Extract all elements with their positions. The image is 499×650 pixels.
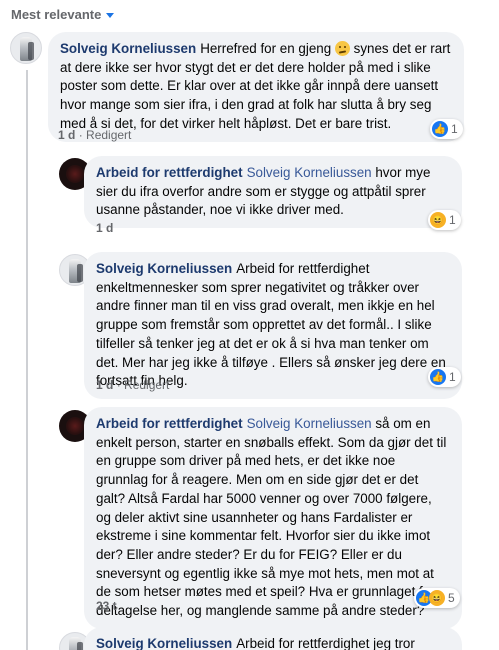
- reaction-summary[interactable]: 👍 😆 5: [414, 588, 460, 608]
- reaction-count: 1: [449, 213, 456, 227]
- avatar-solveig[interactable]: [10, 32, 42, 64]
- reaction-count: 1: [451, 122, 458, 136]
- comment-text: så om en enkelt person, starter en snøba…: [96, 416, 447, 619]
- comment-time[interactable]: 1 d: [96, 221, 113, 235]
- comment-author[interactable]: Solveig Korneliussen: [96, 261, 232, 276]
- reaction-summary[interactable]: 👍 1: [430, 119, 463, 139]
- comment-bubble: Solveig Korneliussen Herrefred for en gje…: [48, 32, 464, 142]
- edited-label[interactable]: Redigert: [86, 128, 131, 142]
- confused-face-icon: [334, 41, 350, 56]
- comment-author[interactable]: Arbeid for rettferdighet: [96, 165, 243, 180]
- comment-text: Arbeid for rettferdighet jeg tror: [236, 636, 415, 650]
- haha-icon: 😆: [430, 212, 446, 228]
- comment-bubble: Arbeid for rettferdighet Solveig Korneliu…: [84, 407, 462, 629]
- comment-bubble: Arbeid for rettferdighet Solveig Korneliu…: [84, 156, 462, 229]
- comment-text: Arbeid for rettferdighet enkeltmennesker…: [96, 261, 446, 389]
- comment-author[interactable]: Arbeid for rettferdighet: [96, 416, 243, 431]
- haha-icon: 😆: [429, 590, 445, 606]
- comment-meta: 1 d: [96, 221, 113, 235]
- caret-down-icon: [106, 12, 115, 18]
- comment-author[interactable]: Solveig Korneliussen: [96, 636, 232, 650]
- mention-tag[interactable]: Solveig Korneliussen: [247, 165, 372, 180]
- comment-time[interactable]: 1 d: [58, 128, 75, 142]
- like-icon: 👍: [430, 369, 446, 385]
- comment-meta: 23 t: [96, 599, 117, 613]
- sort-label: Mest relevante: [11, 7, 102, 22]
- comment-meta: 1 d · Redigert: [96, 378, 170, 392]
- thread-line: [26, 70, 28, 650]
- sort-dropdown[interactable]: Mest relevante: [11, 7, 115, 22]
- comment-author[interactable]: Solveig Korneliussen: [60, 41, 196, 56]
- reaction-summary[interactable]: 👍 1: [428, 367, 461, 387]
- like-icon: 👍: [432, 121, 448, 137]
- comment-bubble: Solveig Korneliussen Arbeid for rettferdi…: [84, 627, 462, 650]
- comment-meta: 1 d · Redigert: [58, 128, 132, 142]
- reaction-count: 5: [448, 591, 455, 605]
- comment-bubble: Solveig Korneliussen Arbeid for rettferdi…: [84, 252, 462, 399]
- comment-time[interactable]: 1 d: [96, 378, 113, 392]
- reaction-count: 1: [449, 370, 456, 384]
- edited-label[interactable]: Redigert: [124, 378, 169, 392]
- reaction-summary[interactable]: 😆 1: [428, 210, 461, 230]
- comment-time[interactable]: 23 t: [96, 599, 117, 613]
- comment-text: Herrefred for en gjeng: [200, 41, 335, 56]
- mention-tag[interactable]: Solveig Korneliussen: [247, 416, 372, 431]
